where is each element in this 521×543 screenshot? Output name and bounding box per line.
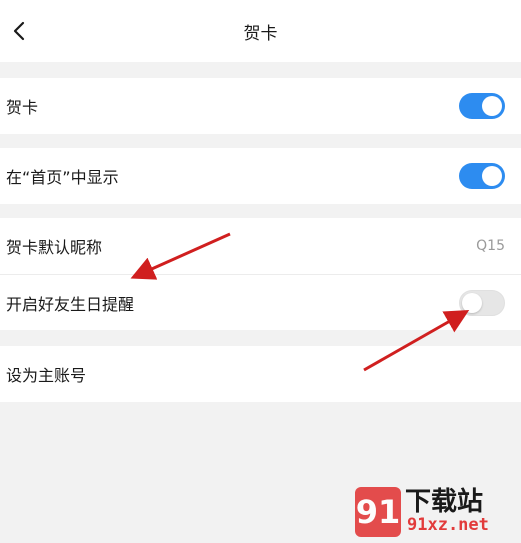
- toggle-knob: [482, 96, 502, 116]
- watermark-bottom-text: 91xz.net: [407, 515, 489, 535]
- site-watermark: 91 下载站 91xz.net: [355, 479, 515, 539]
- setting-row-set-primary[interactable]: 设为主账号: [0, 346, 521, 402]
- settings-group-home: 在“首页”中显示: [0, 148, 521, 204]
- greeting-card-toggle[interactable]: [459, 93, 505, 119]
- setting-label: 设为主账号: [6, 366, 87, 385]
- setting-row-show-on-home: 在“首页”中显示: [0, 148, 521, 204]
- page-title: 贺卡: [243, 23, 278, 44]
- setting-row-default-nickname[interactable]: 贺卡默认昵称 Q15: [0, 218, 521, 274]
- setting-label: 开启好友生日提醒: [6, 294, 135, 314]
- show-on-home-toggle[interactable]: [459, 163, 505, 189]
- birthday-reminder-toggle[interactable]: [459, 290, 505, 316]
- setting-row-greeting-card: 贺卡: [0, 78, 521, 134]
- toggle-knob: [482, 166, 502, 186]
- settings-group-primary: 设为主账号: [0, 346, 521, 402]
- setting-label: 贺卡默认昵称: [6, 238, 103, 257]
- nickname-value: Q15: [476, 238, 505, 254]
- watermark-top-text: 下载站: [405, 487, 484, 517]
- settings-group-card: 贺卡: [0, 78, 521, 134]
- setting-row-birthday-reminder: 开启好友生日提醒: [0, 274, 521, 330]
- setting-label: 贺卡: [6, 98, 39, 117]
- toggle-knob: [462, 293, 482, 313]
- setting-label: 在“首页”中显示: [6, 168, 119, 187]
- settings-group-nickname: 贺卡默认昵称 Q15 开启好友生日提醒: [0, 218, 521, 330]
- watermark-logo-icon: 91: [355, 487, 401, 537]
- top-bar: 贺卡: [0, 0, 521, 62]
